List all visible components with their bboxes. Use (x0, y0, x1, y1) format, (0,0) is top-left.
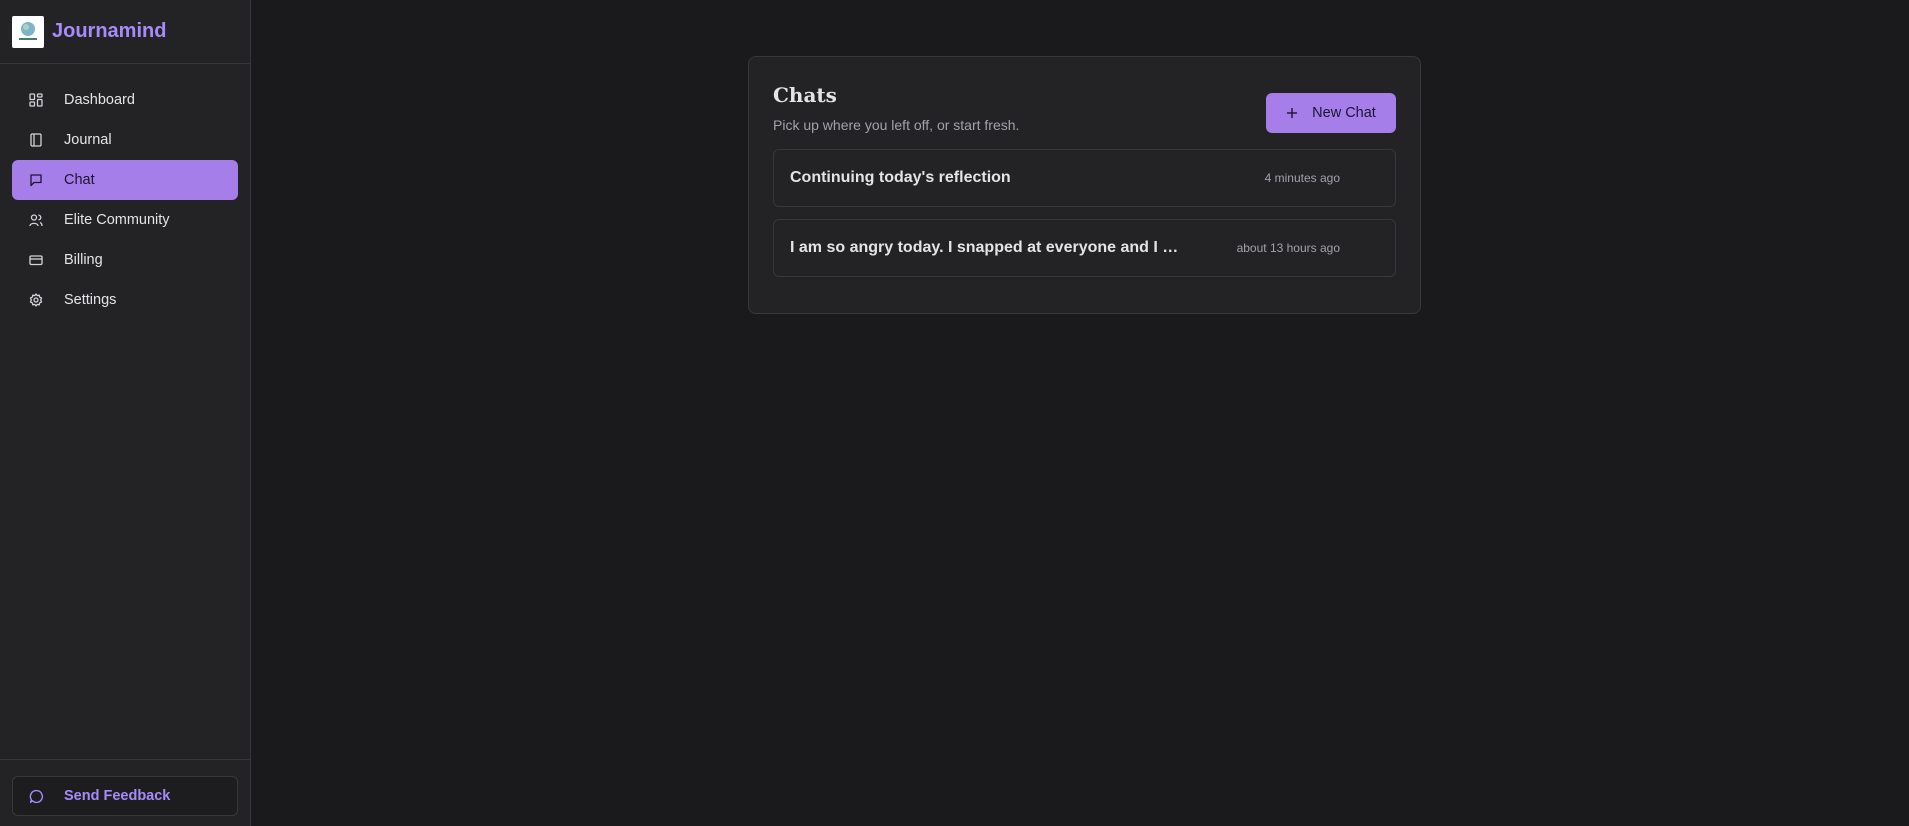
main-content: Chats Pick up where you left off, or sta… (251, 0, 1909, 826)
chats-card: Chats Pick up where you left off, or sta… (748, 56, 1421, 314)
sidebar-item-label: Chat (64, 172, 95, 188)
chat-title: I am so angry today. I snapped at everyo… (790, 239, 1180, 256)
plus-icon (1286, 107, 1298, 119)
chat-list: Continuing today's reflection 4 minutes … (773, 149, 1396, 277)
sidebar-item-label: Journal (64, 132, 112, 148)
new-chat-button[interactable]: New Chat (1266, 93, 1396, 133)
sidebar-item-label: Settings (64, 292, 117, 308)
send-feedback-label: Send Feedback (64, 788, 171, 804)
dashboard-icon (28, 92, 44, 108)
sidebar: Journamind Dashboard Journal Chat Elite … (0, 0, 251, 826)
new-chat-label: New Chat (1312, 105, 1376, 121)
sidebar-footer: Send Feedback (0, 759, 250, 826)
page-subtitle: Pick up where you left off, or start fre… (773, 117, 1020, 133)
sidebar-item-label: Elite Community (64, 212, 170, 228)
brand-name: Journamind (52, 20, 167, 42)
chat-list-item[interactable]: I am so angry today. I snapped at everyo… (773, 219, 1396, 277)
sidebar-item-label: Billing (64, 252, 103, 268)
sidebar-item-label: Dashboard (64, 92, 135, 108)
page-title: Chats (773, 83, 837, 107)
sidebar-item-dashboard[interactable]: Dashboard (12, 80, 238, 120)
app-root: Journamind Dashboard Journal Chat Elite … (0, 0, 1909, 826)
credit-card-icon (28, 252, 44, 268)
brand-header[interactable]: Journamind (0, 0, 250, 64)
chat-timestamp: 4 minutes ago (1264, 171, 1340, 185)
chat-timestamp: about 13 hours ago (1236, 241, 1340, 255)
logo-icon (12, 15, 44, 48)
chats-heading-group: Chats Pick up where you left off, or sta… (773, 81, 1019, 133)
chats-card-header: Chats Pick up where you left off, or sta… (773, 81, 1396, 133)
chat-bubble-icon (28, 172, 44, 188)
sidebar-item-billing[interactable]: Billing (12, 240, 238, 280)
sidebar-nav: Dashboard Journal Chat Elite Community B… (0, 64, 250, 759)
sidebar-item-journal[interactable]: Journal (12, 120, 238, 160)
send-feedback-button[interactable]: Send Feedback (12, 776, 238, 816)
message-circle-icon (29, 789, 44, 804)
sidebar-item-settings[interactable]: Settings (12, 280, 238, 320)
chat-list-item[interactable]: Continuing today's reflection 4 minutes … (773, 149, 1396, 207)
chat-title: Continuing today's reflection (790, 169, 1011, 186)
sidebar-item-elite-community[interactable]: Elite Community (12, 200, 238, 240)
gear-icon (28, 292, 44, 308)
notebook-icon (28, 132, 44, 148)
users-icon (28, 212, 44, 228)
sidebar-item-chat[interactable]: Chat (12, 160, 238, 200)
